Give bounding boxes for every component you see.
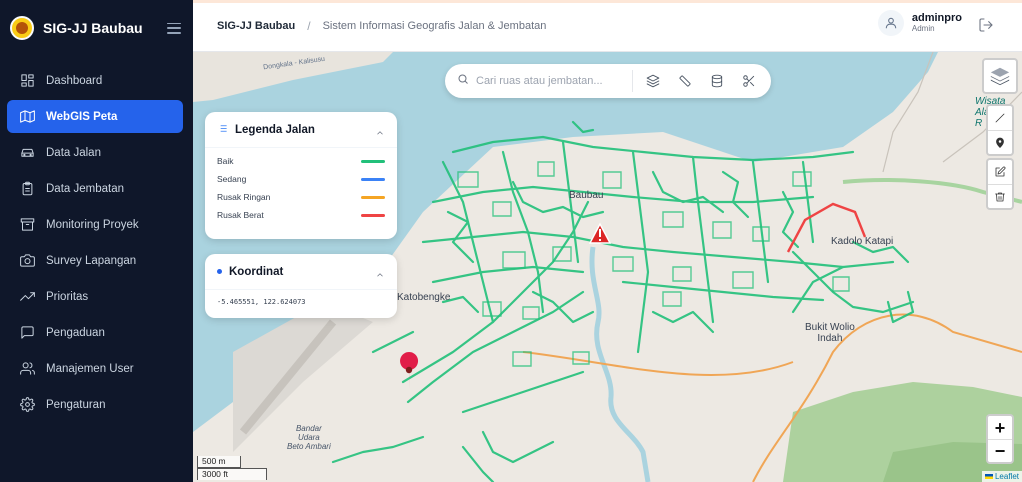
- draw-polyline-icon[interactable]: [988, 106, 1012, 130]
- legend-swatch: [361, 177, 385, 181]
- gear-icon: [19, 397, 35, 413]
- clipboard-icon: [19, 181, 35, 197]
- scale-bar: 500 m 3000 ft: [197, 456, 267, 480]
- sidebar-item-prioritas[interactable]: Prioritas: [7, 280, 183, 313]
- top-header: SIG-JJ Baubau / Sistem Informasi Geograf…: [193, 0, 1022, 52]
- user-icon: [885, 17, 897, 29]
- legend-header[interactable]: Legenda Jalan: [205, 112, 397, 148]
- zoom-out-button[interactable]: −: [988, 439, 1012, 462]
- zoom-in-button[interactable]: +: [988, 416, 1012, 439]
- sidebar-item-label: WebGIS Peta: [46, 110, 118, 123]
- avatar: [877, 10, 904, 36]
- map-icon: [19, 109, 35, 125]
- breadcrumb-current: Sistem Informasi Geografis Jalan & Jemba…: [322, 19, 547, 32]
- chevron-up-icon[interactable]: [375, 125, 385, 135]
- app-logo: [10, 16, 34, 40]
- user-menu[interactable]: adminpro Admin: [877, 10, 962, 36]
- map-label-katobengke: Katobengke: [397, 292, 451, 303]
- search-input[interactable]: [476, 75, 624, 87]
- draw-marker-icon[interactable]: [988, 130, 1012, 154]
- sidebar-item-label: Dashboard: [46, 74, 103, 87]
- trending-up-icon: [19, 289, 35, 305]
- coordinate-value: -5.465551, 122.624073: [217, 298, 306, 306]
- legend-swatch: [361, 213, 385, 217]
- coordinate-panel: Koordinat -5.465551, 122.624073: [205, 254, 397, 318]
- draw-toolbar: [986, 104, 1014, 156]
- sidebar-item-pengaduan[interactable]: Pengaduan: [7, 316, 183, 349]
- coordinate-title: Koordinat: [229, 265, 284, 278]
- map-label-bukit-wolio: Bukit Wolio Indah: [805, 322, 855, 344]
- dot-icon: [217, 269, 222, 274]
- user-role: Admin: [911, 24, 935, 33]
- user-name: adminpro: [911, 12, 962, 24]
- sidebar-item-data-jalan[interactable]: Data Jalan: [7, 136, 183, 169]
- sidebar-nav: Dashboard WebGIS Peta Data Jalan Data Je…: [0, 64, 193, 421]
- hamburger-menu-icon[interactable]: [167, 22, 181, 34]
- scissors-icon[interactable]: [739, 71, 759, 91]
- scale-metric: 500 m: [197, 456, 241, 468]
- sidebar: SIG-JJ Baubau Dashboard WebGIS Peta Data…: [0, 0, 193, 482]
- sidebar-item-webgis[interactable]: WebGIS Peta: [7, 100, 183, 133]
- sidebar-item-label: Data Jembatan: [46, 182, 124, 195]
- search-icon: [457, 72, 469, 90]
- sidebar-item-manajemen-user[interactable]: Manajemen User: [7, 352, 183, 385]
- sidebar-item-label: Data Jalan: [46, 146, 101, 159]
- legend-swatch: [361, 159, 385, 163]
- scale-imperial: 3000 ft: [197, 468, 267, 480]
- sidebar-item-label: Monitoring Proyek: [46, 218, 139, 231]
- chevron-up-icon[interactable]: [375, 267, 385, 277]
- map-search-bar: [445, 64, 771, 98]
- edit-icon[interactable]: [988, 160, 1012, 184]
- legend-item-rusak-berat: Rusak Berat: [217, 206, 385, 224]
- camera-icon: [19, 253, 35, 269]
- sidebar-item-dashboard[interactable]: Dashboard: [7, 64, 183, 97]
- sidebar-item-label: Pengaduan: [46, 326, 105, 339]
- list-icon: [217, 121, 228, 139]
- sidebar-item-label: Pengaturan: [46, 398, 106, 411]
- edit-toolbar: [986, 158, 1014, 210]
- legend-title: Legenda Jalan: [235, 123, 315, 136]
- sidebar-item-label: Manajemen User: [46, 362, 134, 375]
- archive-icon: [19, 217, 35, 233]
- map-label-baubau: Baubau: [569, 190, 604, 201]
- layers-control[interactable]: [982, 58, 1018, 94]
- legend-panel: Legenda Jalan Baik Sedang Rusak Ringan R…: [205, 112, 397, 239]
- sidebar-item-data-jembatan[interactable]: Data Jembatan: [7, 172, 183, 205]
- layers-icon[interactable]: [643, 71, 663, 91]
- message-icon: [19, 325, 35, 341]
- map-canvas[interactable]: Baubau Katobengke Kadolo Katapi Bukit Wo…: [193, 52, 1022, 482]
- brand: SIG-JJ Baubau: [0, 0, 193, 56]
- sidebar-item-label: Prioritas: [46, 290, 89, 303]
- sidebar-item-monitoring-proyek[interactable]: Monitoring Proyek: [7, 208, 183, 241]
- breadcrumb-separator: /: [307, 18, 311, 33]
- sidebar-item-survey-lapangan[interactable]: Survey Lapangan: [7, 244, 183, 277]
- sidebar-item-label: Survey Lapangan: [46, 254, 137, 267]
- legend-item-sedang: Sedang: [217, 170, 385, 188]
- breadcrumb-root[interactable]: SIG-JJ Baubau: [217, 20, 295, 32]
- map-label-bandara: Bandar Udara Beto Ambari: [287, 424, 331, 451]
- app-title: SIG-JJ Baubau: [43, 20, 143, 36]
- car-icon: [19, 145, 35, 161]
- flag-icon: [984, 474, 993, 480]
- dashboard-icon: [19, 73, 35, 89]
- coordinate-header[interactable]: Koordinat: [205, 254, 397, 290]
- attribution[interactable]: Leaflet: [981, 471, 1022, 482]
- sidebar-item-pengaturan[interactable]: Pengaturan: [7, 388, 183, 421]
- trash-icon[interactable]: [988, 184, 1012, 208]
- map-label-kadolo-katapi: Kadolo Katapi: [831, 236, 894, 247]
- database-icon[interactable]: [707, 71, 727, 91]
- map-toolbar: [632, 70, 771, 92]
- logout-icon[interactable]: [978, 17, 996, 35]
- legend-item-rusak-ringan: Rusak Ringan: [217, 188, 385, 206]
- users-icon: [19, 361, 35, 377]
- legend-item-baik: Baik: [217, 152, 385, 170]
- legend-swatch: [361, 195, 385, 199]
- ruler-icon[interactable]: [675, 71, 695, 91]
- layers-stack-icon: [990, 67, 1010, 86]
- zoom-control: + −: [986, 414, 1014, 464]
